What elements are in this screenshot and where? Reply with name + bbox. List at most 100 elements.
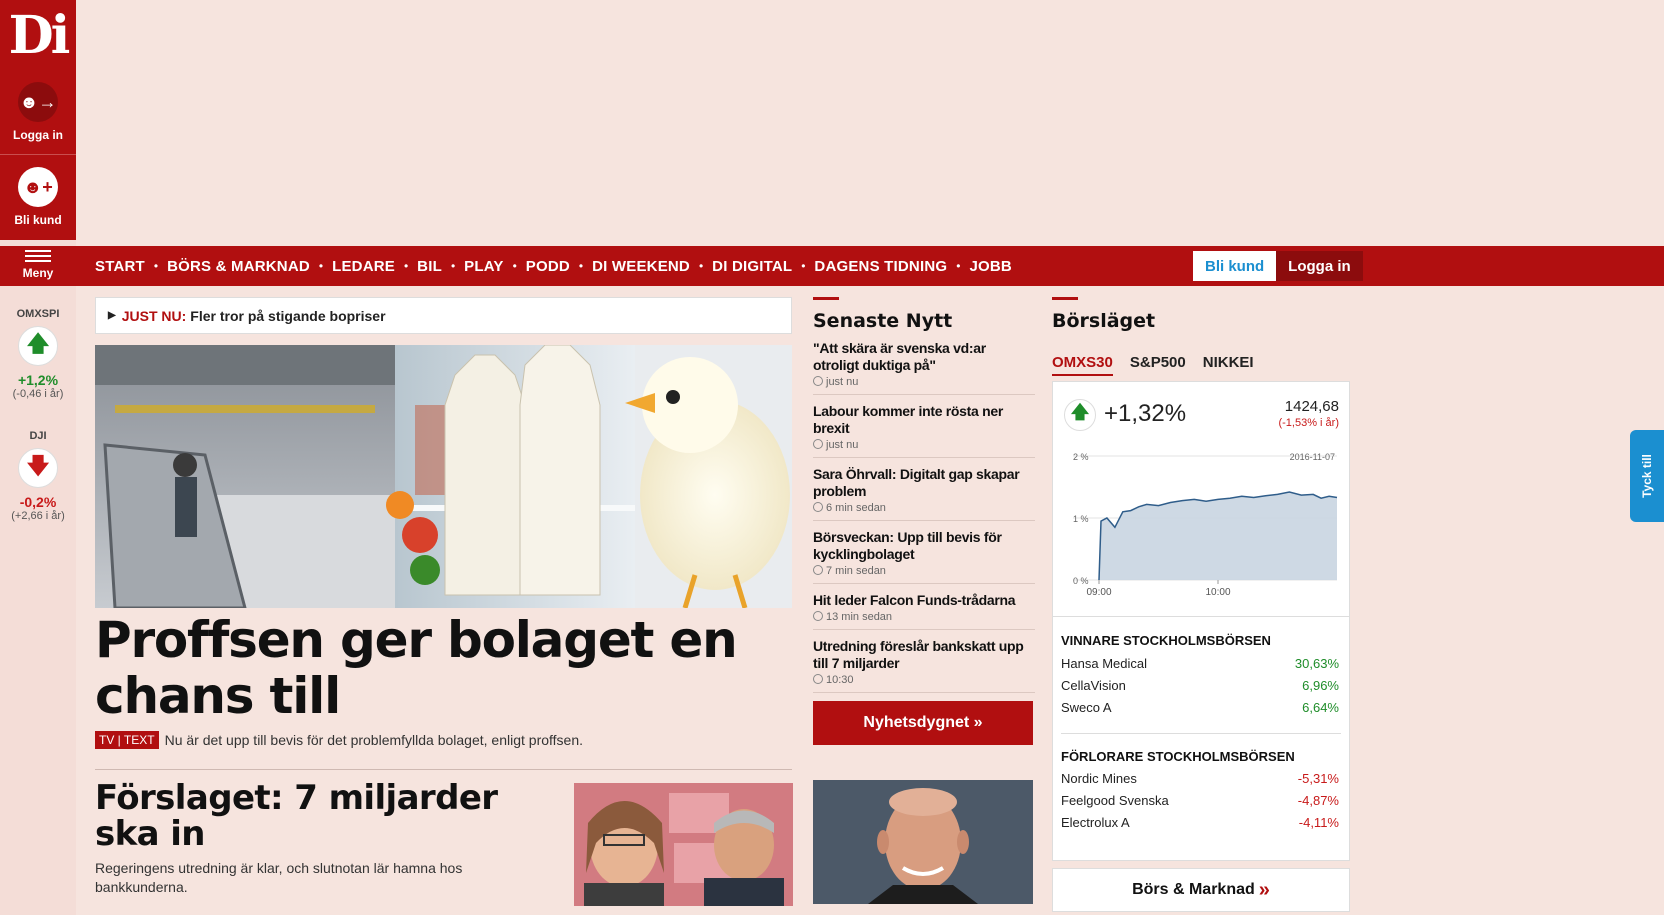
news-time-text: 13 min sedan xyxy=(826,611,893,623)
second-article-lead: Regeringens utredning är klar, och slutn… xyxy=(95,860,463,895)
nav-separator: • xyxy=(403,259,409,273)
hero-headline[interactable]: Proffsen ger bolaget en chans till xyxy=(95,612,792,724)
index-year-change: (-0,46 i år) xyxy=(12,388,64,400)
just-now-text: Fler tror på stigande bopriser xyxy=(190,307,386,324)
index-change: +1,32% xyxy=(1104,400,1187,427)
index-value: 1424,68 xyxy=(1284,398,1339,415)
login-user-icon: ☻→ xyxy=(18,82,58,122)
news-day-button[interactable]: Nyhetsdygnet » xyxy=(813,701,1033,745)
second-article-image[interactable] xyxy=(574,783,793,906)
nav-separator: • xyxy=(956,259,961,273)
nav-login-button[interactable]: Logga in xyxy=(1276,251,1363,281)
sidebar-login-button[interactable]: ☻→ Logga in xyxy=(0,70,76,155)
y-tick-label: 0 % xyxy=(1073,576,1089,586)
tab-sp500[interactable]: S&P500 xyxy=(1130,354,1186,376)
nav-item[interactable]: START xyxy=(95,258,145,275)
news-item[interactable]: Hit leder Falcon Funds-trådarna 13 min se… xyxy=(813,584,1035,630)
stock-row[interactable]: Sweco A 6,64% xyxy=(1061,700,1339,715)
index-name: OMXSPI xyxy=(16,308,60,320)
sidebar-login-label: Logga in xyxy=(13,128,63,142)
y-tick-label: 2 % xyxy=(1073,452,1089,462)
nav-separator: • xyxy=(512,259,517,273)
stock-row[interactable]: Hansa Medical 30,63% xyxy=(1061,656,1339,671)
nav-item[interactable]: DAGENS TIDNING xyxy=(814,258,947,275)
news-time: just nu xyxy=(813,439,1035,451)
market-title: Börsläget xyxy=(1052,310,1156,332)
news-time: 10:30 xyxy=(813,674,1035,686)
stock-change: 30,63% xyxy=(1294,656,1339,671)
market-button[interactable]: Börs & Marknad » xyxy=(1052,868,1350,912)
stock-name: Hansa Medical xyxy=(1061,656,1147,671)
news-headline: Utredning föreslår bankskatt upp till 7 … xyxy=(813,638,1024,671)
news-item[interactable]: "Att skära är svenska vd:ar otroligt duk… xyxy=(813,332,1035,395)
nav-item[interactable]: PLAY xyxy=(464,258,503,275)
index-change: +1,2% xyxy=(17,372,59,388)
tab-nikkei[interactable]: NIKKEI xyxy=(1203,354,1254,376)
feedback-tab[interactable]: Tyck till xyxy=(1630,430,1664,522)
nav-separator: • xyxy=(318,259,324,273)
stock-name: Electrolux A xyxy=(1061,815,1130,830)
index-omxspi[interactable]: OMXSPI 🡅 +1,2% (-0,46 i år) xyxy=(0,308,76,400)
intraday-chart[interactable]: 2 % 1 % 0 % 2016-11-07 09:00 10:00 xyxy=(1059,444,1345,614)
news-headline: Hit leder Falcon Funds-trådarna xyxy=(813,592,1016,608)
tv-text-badge: TV | TEXT xyxy=(95,731,159,749)
divider xyxy=(1053,616,1349,617)
just-now-banner[interactable]: ▶ JUST NU: Fler tror på stigande boprise… xyxy=(95,297,792,334)
left-sidebar: Di ☻→ Logga in ☻+ Bli kund Meny OMXSPI 🡅… xyxy=(0,0,76,915)
news-item[interactable]: Labour kommer inte rösta ner brexit just … xyxy=(813,395,1035,458)
nav-item[interactable]: BÖRS & MARKNAD xyxy=(167,258,310,275)
stock-change: -4,87% xyxy=(1297,793,1339,808)
feedback-label: Tyck till xyxy=(1640,454,1655,498)
tab-omxs30[interactable]: OMXS30 xyxy=(1052,354,1113,376)
stock-row[interactable]: Feelgood Svenska -4,87% xyxy=(1061,793,1339,808)
news-item[interactable]: Börsveckan: Upp till bevis för kycklingb… xyxy=(813,521,1035,584)
clock-icon xyxy=(813,565,823,575)
clock-icon xyxy=(813,376,823,386)
nav-join-button[interactable]: Bli kund xyxy=(1193,251,1277,281)
nav-item[interactable]: DI WEEKEND xyxy=(592,258,690,275)
stock-name: Nordic Mines xyxy=(1061,771,1137,786)
nav-item[interactable]: DI DIGITAL xyxy=(712,258,792,275)
nav-separator: • xyxy=(801,259,806,273)
hero-lead-text: Nu är det upp till bevis för det problem… xyxy=(164,732,584,748)
x-tick-label: 10:00 xyxy=(1205,587,1230,598)
menu-button[interactable]: Meny xyxy=(0,246,76,286)
clock-icon xyxy=(813,502,823,512)
nav-buttons: Bli kund Logga in xyxy=(1193,251,1363,281)
add-user-icon: ☻+ xyxy=(18,167,58,207)
index-year-change: (+2,66 i år) xyxy=(11,510,65,522)
just-now-label: JUST NU: xyxy=(121,307,187,324)
arrow-up-icon: 🡅 xyxy=(18,326,58,366)
hamburger-icon xyxy=(25,250,51,262)
nav-item[interactable]: BIL xyxy=(417,258,442,275)
news-item[interactable]: Utredning föreslår bankskatt upp till 7 … xyxy=(813,630,1035,693)
sidebar-join-button[interactable]: ☻+ Bli kund xyxy=(0,155,76,240)
stock-row[interactable]: Electrolux A -4,11% xyxy=(1061,815,1339,830)
index-name: DJI xyxy=(29,430,47,442)
nav-item[interactable]: PODD xyxy=(526,258,570,275)
news-time: 13 min sedan xyxy=(813,611,1035,623)
news-item[interactable]: Sara Öhrvall: Digitalt gap skapar proble… xyxy=(813,458,1035,521)
stock-change: -4,11% xyxy=(1298,815,1339,830)
news-time-text: just nu xyxy=(826,376,859,388)
news-headline: Börsveckan: Upp till bevis för kycklingb… xyxy=(813,529,1002,562)
main-nav: START • BÖRS & MARKNAD • LEDARE • BIL • PLAY • POD… xyxy=(76,246,1664,286)
clock-icon xyxy=(813,439,823,449)
stock-name: Feelgood Svenska xyxy=(1061,793,1169,808)
stock-row[interactable]: Nordic Mines -5,31% xyxy=(1061,771,1339,786)
hero-image[interactable] xyxy=(95,345,792,608)
second-article-headline[interactable]: Förslaget: 7 miljarder ska in xyxy=(95,780,535,852)
stock-change: 6,64% xyxy=(1302,700,1339,715)
news-portrait-image[interactable] xyxy=(813,780,1033,904)
nav-separator: • xyxy=(578,259,584,273)
nav-separator: • xyxy=(153,259,159,273)
nav-item[interactable]: JOBB xyxy=(969,258,1011,275)
arrow-down-icon: 🡇 xyxy=(18,448,58,488)
nav-item[interactable]: LEDARE xyxy=(332,258,395,275)
stock-row[interactable]: CellaVision 6,96% xyxy=(1061,678,1339,693)
index-dji[interactable]: DJI 🡇 -0,2% (+2,66 i år) xyxy=(0,430,76,522)
sidebar-join-label: Bli kund xyxy=(14,213,62,227)
di-logo[interactable]: Di xyxy=(0,0,76,70)
index-change: -0,2% xyxy=(19,494,57,510)
divider xyxy=(95,769,792,770)
